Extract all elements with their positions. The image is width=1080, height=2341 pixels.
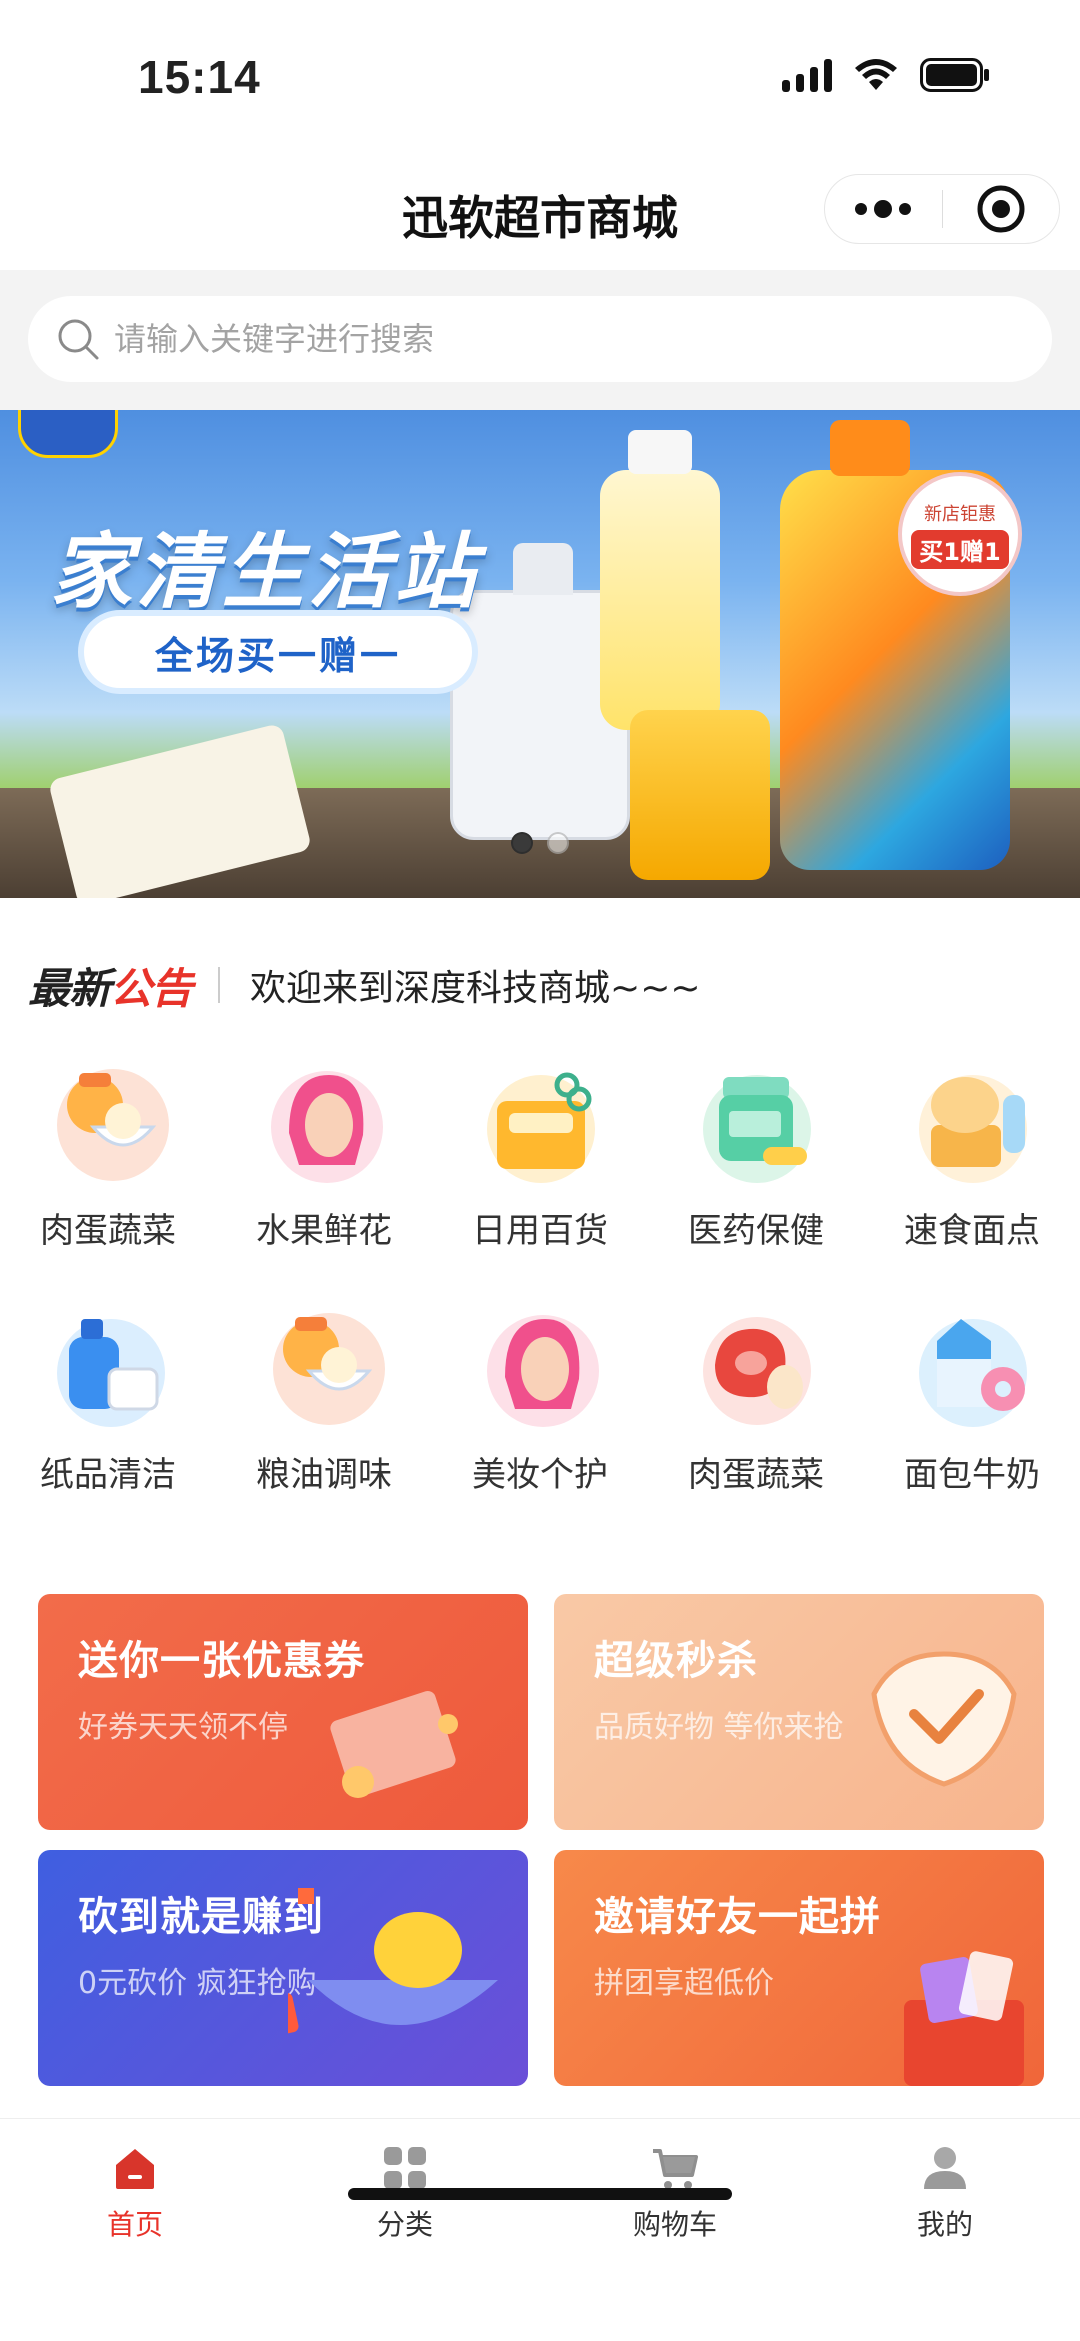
- banner-title: 家清生活站: [50, 525, 480, 620]
- detergent-bottle-icon: [43, 1299, 173, 1429]
- category-item[interactable]: 肉蛋蔬菜: [648, 1299, 864, 1507]
- coupon-card[interactable]: 送你一张优惠券 好券天天领不停: [38, 1594, 528, 1830]
- promo-title: 送你一张优惠券: [78, 1638, 365, 1684]
- search-icon: [58, 319, 99, 360]
- title-bar: 迅软超市商城: [0, 150, 1080, 270]
- scissors-box-icon: [475, 1055, 605, 1185]
- announcement-logo-part1: 最新: [28, 963, 111, 1013]
- tab-label: 购物车: [632, 2208, 717, 2241]
- group-buy-card[interactable]: 邀请好友一起拼 拼团享超低价: [554, 1850, 1044, 2086]
- announcement-logo: 最新公告: [28, 955, 193, 1016]
- home-indicator: [348, 2188, 732, 2200]
- category-item[interactable]: 面包牛奶: [864, 1299, 1080, 1507]
- category-item[interactable]: 美妆个护: [432, 1299, 648, 1507]
- gift-bowl-icon: [288, 1888, 498, 2039]
- category-item[interactable]: 水果鲜花: [216, 1055, 432, 1263]
- banner-dot-1[interactable]: [511, 832, 533, 854]
- announcement-text: 欢迎来到深度科技商城~~~: [250, 968, 701, 1009]
- banner-dot-2[interactable]: [547, 832, 569, 854]
- category-label: 肉蛋蔬菜: [688, 1455, 824, 1495]
- search-area: [0, 270, 1080, 410]
- tab-label: 首页: [106, 2208, 163, 2241]
- more-dots-icon: [855, 203, 868, 215]
- bread-icecream-icon: [907, 1055, 1037, 1185]
- search-box[interactable]: [28, 296, 1052, 382]
- status-icons: [782, 58, 990, 92]
- target-icon: [977, 185, 1025, 233]
- status-bar: 15:14: [0, 0, 1080, 150]
- announcement-bar[interactable]: 最新公告 欢迎来到深度科技商城~~~: [0, 945, 1080, 1025]
- product-bio-cleaner: [630, 710, 770, 880]
- milk-donut-icon: [907, 1299, 1037, 1429]
- promo-badge-main: 买1赠1: [911, 529, 1009, 569]
- cart-icon: [653, 2149, 698, 2189]
- tab-label: 分类: [376, 2208, 433, 2241]
- category-item[interactable]: 粮油调味: [216, 1299, 432, 1507]
- medicine-jar-icon: [691, 1055, 821, 1185]
- announcement-logo-part2: 公告: [110, 963, 193, 1013]
- banner-dots: [0, 832, 1080, 854]
- shield-check-icon: [871, 1651, 1017, 1787]
- battery-icon: [920, 58, 990, 92]
- bottom-tab-bar: 首页 分类 购物车 我的: [0, 2118, 1080, 2341]
- promo-badge: 新店钜惠 买1赠1: [898, 472, 1022, 596]
- close-miniprogram-button[interactable]: [942, 184, 1059, 234]
- promo-cards: 送你一张优惠券 好券天天领不停 超级秒杀 品质好物 等你来抢 砍到就是赚到 0元…: [38, 1594, 1044, 2086]
- category-grid: 肉蛋蔬菜 水果鲜花 日用百货 医药保健 速食面点 纸品清洁 粮油调味 美妆个护 …: [0, 1055, 1080, 1507]
- category-item[interactable]: 纸品清洁: [0, 1299, 216, 1507]
- meat-egg-icon: [691, 1299, 821, 1429]
- user-icon: [924, 2147, 966, 2189]
- promo-badge-top: 新店钜惠: [924, 503, 996, 525]
- signal-icon: [782, 58, 832, 92]
- home-icon: [116, 2149, 154, 2189]
- brand-logo: [18, 410, 118, 458]
- face-avatar-icon: [475, 1299, 605, 1429]
- category-item[interactable]: 肉蛋蔬菜: [0, 1055, 216, 1263]
- coupon-ticket-icon: [330, 1691, 458, 1798]
- banner-carousel[interactable]: 家清生活站 全场买一赠一 新店钜惠 买1赠1: [0, 410, 1080, 898]
- search-input[interactable]: [114, 320, 1014, 358]
- category-label: 水果鲜花: [256, 1211, 392, 1251]
- tab-mine[interactable]: 我的: [810, 2119, 1080, 2259]
- rice-bowl-icon: [259, 1299, 389, 1429]
- announcement-divider: [218, 967, 221, 1003]
- gift-box-icon: [904, 1951, 1024, 2086]
- mini-program-capsule: [824, 174, 1060, 244]
- face-avatar-icon: [259, 1055, 389, 1185]
- category-label: 粮油调味: [256, 1455, 392, 1495]
- tab-home[interactable]: 首页: [0, 2119, 270, 2259]
- rice-bowl-icon: [43, 1055, 173, 1185]
- category-label: 日用百货: [472, 1211, 608, 1251]
- category-item[interactable]: 日用百货: [432, 1055, 648, 1263]
- promo-title: 邀请好友一起拼: [594, 1894, 881, 1940]
- category-label: 面包牛奶: [904, 1455, 1040, 1495]
- category-label: 美妆个护: [472, 1455, 608, 1495]
- banner-pill: 全场买一赠一: [78, 610, 478, 694]
- product-drain-cleaner: [600, 430, 720, 730]
- category-item[interactable]: 医药保健: [648, 1055, 864, 1263]
- category-label: 医药保健: [688, 1211, 824, 1251]
- wifi-icon: [854, 58, 898, 92]
- grid-icon: [384, 2147, 426, 2189]
- category-item[interactable]: 速食面点: [864, 1055, 1080, 1263]
- more-menu-button[interactable]: [825, 200, 942, 218]
- category-label: 纸品清洁: [40, 1455, 176, 1495]
- seckill-card[interactable]: 超级秒杀 品质好物 等你来抢: [554, 1594, 1044, 1830]
- tab-label: 我的: [916, 2208, 973, 2241]
- bargain-card[interactable]: 砍到就是赚到 0元砍价 疯狂抢购: [38, 1850, 528, 2086]
- status-time: 15:14: [138, 51, 261, 103]
- category-label: 速食面点: [904, 1211, 1040, 1251]
- category-label: 肉蛋蔬菜: [40, 1211, 176, 1251]
